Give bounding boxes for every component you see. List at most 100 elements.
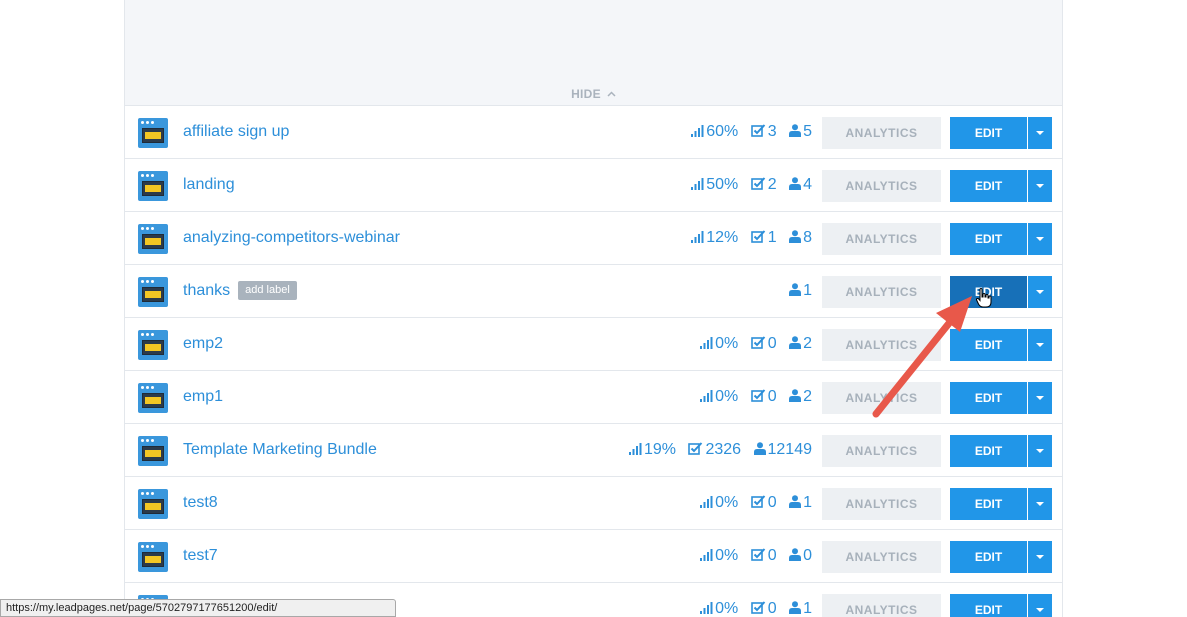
- user-icon: [789, 389, 802, 402]
- conversions-count: 0: [750, 477, 777, 529]
- analytics-button[interactable]: ANALYTICS: [822, 117, 941, 149]
- edit-button[interactable]: EDIT: [950, 382, 1027, 414]
- conversions-count: 3: [750, 106, 777, 158]
- chevron-up-icon: [607, 86, 616, 100]
- caret-down-icon[interactable]: [1028, 594, 1052, 617]
- user-icon: [753, 442, 766, 455]
- conversion-rate: 12%: [691, 212, 738, 264]
- edit-button[interactable]: EDIT: [950, 223, 1027, 255]
- page-stats: 0% 0 0: [692, 530, 812, 582]
- page-stats: 19% 2326 12149: [621, 424, 812, 476]
- caret-down-icon[interactable]: [1028, 488, 1052, 520]
- edit-button[interactable]: EDIT: [950, 329, 1027, 361]
- checkbox-icon: [750, 177, 765, 190]
- analytics-button[interactable]: ANALYTICS: [822, 382, 941, 414]
- page-thumbnail-icon: [138, 330, 168, 360]
- checkbox-icon: [750, 495, 765, 508]
- conversions-count: 1: [750, 212, 777, 264]
- page-name-link[interactable]: emp1: [183, 371, 223, 423]
- caret-down-icon[interactable]: [1028, 223, 1052, 255]
- signal-bars-icon: [691, 125, 704, 137]
- page-row: test8 0% 0 1 ANALYTICS EDIT: [125, 477, 1062, 530]
- conversions-count: 2326: [688, 424, 741, 476]
- analytics-button[interactable]: ANALYTICS: [822, 170, 941, 202]
- signal-bars-icon: [700, 337, 713, 349]
- page-row: test7 0% 0 0 ANALYTICS EDIT: [125, 530, 1062, 583]
- page-row: emp2 0% 0 2 ANALYTICS EDIT: [125, 318, 1062, 371]
- analytics-button[interactable]: ANALYTICS: [822, 541, 941, 573]
- page-thumbnail-icon: [138, 118, 168, 148]
- user-icon: [789, 601, 802, 614]
- page-name-link[interactable]: emp2: [183, 318, 223, 370]
- conversions-count: 0: [750, 530, 777, 582]
- caret-down-icon[interactable]: [1028, 382, 1052, 414]
- page-name-link[interactable]: Template Marketing Bundle: [183, 424, 377, 476]
- edit-button[interactable]: EDIT: [950, 488, 1027, 520]
- edit-button[interactable]: EDIT: [950, 541, 1027, 573]
- conversions-count: 0: [750, 371, 777, 423]
- caret-down-icon[interactable]: [1028, 541, 1052, 573]
- edit-button[interactable]: EDIT: [950, 435, 1027, 467]
- user-icon: [789, 283, 802, 296]
- page-stats: 50% 2 4: [683, 159, 812, 211]
- caret-down-icon[interactable]: [1028, 276, 1052, 308]
- page-thumbnail-icon: [138, 277, 168, 307]
- page-stats: 0% 0 2: [692, 318, 812, 370]
- checkbox-icon: [750, 389, 765, 402]
- hide-label: HIDE: [571, 87, 601, 101]
- analytics-button[interactable]: ANALYTICS: [822, 488, 941, 520]
- checkbox-icon: [750, 548, 765, 561]
- status-bar-url: https://my.leadpages.net/page/5702797177…: [0, 599, 396, 617]
- page-name-link[interactable]: affiliate sign up: [183, 106, 289, 158]
- checkbox-icon: [750, 230, 765, 243]
- page-thumbnail-icon: [138, 171, 168, 201]
- checkbox-icon: [688, 442, 703, 455]
- caret-down-icon[interactable]: [1028, 117, 1052, 149]
- hide-toggle[interactable]: HIDE: [125, 86, 1062, 101]
- conversion-rate: 0%: [700, 583, 738, 617]
- signal-bars-icon: [628, 443, 642, 455]
- analytics-button[interactable]: ANALYTICS: [822, 329, 941, 361]
- edit-button[interactable]: EDIT: [950, 170, 1027, 202]
- edit-button[interactable]: EDIT: [950, 117, 1027, 149]
- conversion-rate: 60%: [691, 106, 738, 158]
- page-stats: 1: [781, 265, 812, 317]
- page-name-link[interactable]: thanks add label: [183, 265, 297, 317]
- checkbox-icon: [750, 601, 765, 614]
- analytics-button[interactable]: ANALYTICS: [822, 276, 941, 308]
- page-thumbnail-icon: [138, 542, 168, 572]
- caret-down-icon[interactable]: [1028, 329, 1052, 361]
- conversion-rate: 50%: [691, 159, 738, 211]
- page-name-link[interactable]: landing: [183, 159, 235, 211]
- visitors-count: 1: [789, 583, 812, 617]
- signal-bars-icon: [700, 390, 713, 402]
- edit-button[interactable]: EDIT: [950, 276, 1027, 308]
- user-icon: [789, 336, 802, 349]
- conversion-rate: 0%: [700, 530, 738, 582]
- add-label-button[interactable]: add label: [238, 281, 297, 300]
- conversion-rate: 19%: [628, 424, 676, 476]
- analytics-button[interactable]: ANALYTICS: [822, 435, 941, 467]
- visitors-count: 1: [789, 477, 812, 529]
- user-icon: [789, 177, 802, 190]
- visitors-count: 5: [789, 106, 812, 158]
- page-row: Template Marketing Bundle 19% 2326 12149…: [125, 424, 1062, 477]
- page-stats: 60% 3 5: [683, 106, 812, 158]
- edit-button[interactable]: EDIT: [950, 594, 1027, 617]
- analytics-button[interactable]: ANALYTICS: [822, 223, 941, 255]
- visitors-count: 0: [789, 530, 812, 582]
- visitors-count: 2: [789, 318, 812, 370]
- signal-bars-icon: [700, 602, 713, 614]
- visitors-count: 1: [789, 265, 812, 317]
- caret-down-icon[interactable]: [1028, 435, 1052, 467]
- caret-down-icon[interactable]: [1028, 170, 1052, 202]
- page-name-link[interactable]: analyzing-competitors-webinar: [183, 212, 400, 264]
- user-icon: [789, 230, 802, 243]
- page-row: landing 50% 2 4 ANALYTICS EDIT: [125, 159, 1062, 212]
- user-icon: [789, 548, 802, 561]
- analytics-button[interactable]: ANALYTICS: [822, 594, 941, 617]
- visitors-count: 4: [789, 159, 812, 211]
- page-name-link[interactable]: test7: [183, 530, 218, 582]
- page-name-link[interactable]: test8: [183, 477, 218, 529]
- checkbox-icon: [750, 336, 765, 349]
